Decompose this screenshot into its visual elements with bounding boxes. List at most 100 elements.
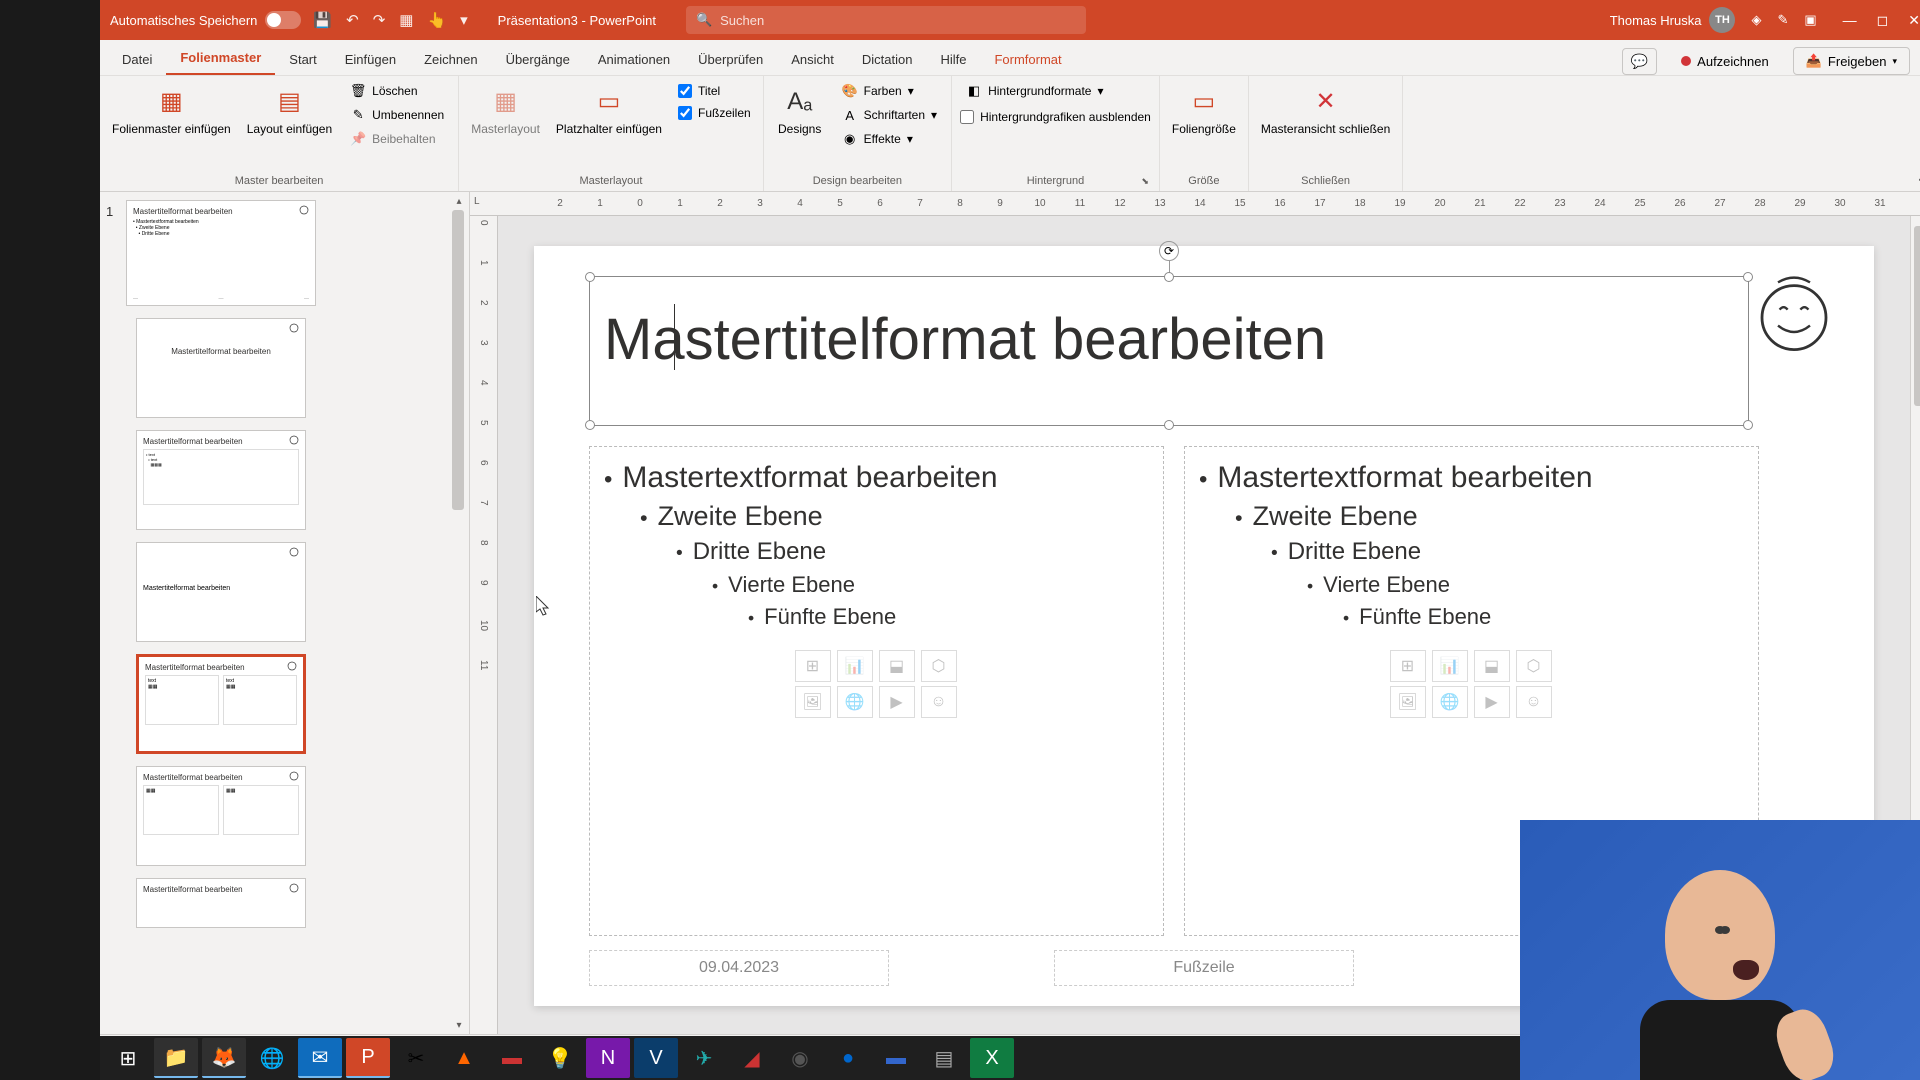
minimize-icon[interactable]: — <box>1843 12 1857 29</box>
tab-draw[interactable]: Zeichnen <box>410 44 491 75</box>
rotate-handle[interactable]: ⟳ <box>1159 241 1179 261</box>
footer-text-placeholder[interactable]: Fußzeile <box>1054 950 1354 986</box>
app-v-icon[interactable]: V <box>634 1038 678 1078</box>
autosave-toggle[interactable]: Automatisches Speichern <box>110 11 301 29</box>
insert-online-pic-icon[interactable]: 🌐 <box>837 686 873 718</box>
comments-icon[interactable]: 💬 <box>1622 48 1657 75</box>
footers-checkbox[interactable]: Fußzeilen <box>678 106 751 120</box>
firefox-icon[interactable]: 🦊 <box>202 1038 246 1078</box>
tab-slidemaster[interactable]: Folienmaster <box>166 42 275 75</box>
qat-dropdown-icon[interactable]: ▾ <box>460 11 468 29</box>
insert-table-icon[interactable]: ⊞ <box>795 650 831 682</box>
insert-layout-button[interactable]: ▤Layout einfügen <box>243 80 336 140</box>
maximize-icon[interactable]: ◻ <box>1877 12 1889 29</box>
app-icon-5[interactable]: ▬ <box>874 1038 918 1078</box>
avatar[interactable]: TH <box>1709 7 1735 33</box>
thumb-scrollbar[interactable] <box>452 210 464 510</box>
window-icon[interactable]: ▣ <box>1804 12 1816 28</box>
app-icon-1[interactable]: ▬ <box>490 1038 534 1078</box>
insert-icon-icon[interactable]: ☺ <box>1516 686 1552 718</box>
powerpoint-icon[interactable]: P <box>346 1038 390 1078</box>
chrome-icon[interactable]: 🌐 <box>250 1038 294 1078</box>
pen-icon[interactable]: ✎ <box>1777 12 1788 28</box>
tab-view[interactable]: Ansicht <box>777 44 848 75</box>
excel-icon[interactable]: X <box>970 1038 1014 1078</box>
search-input[interactable] <box>720 13 1076 28</box>
outlook-icon[interactable]: ✉ <box>298 1038 342 1078</box>
obs-icon[interactable]: ◉ <box>778 1038 822 1078</box>
start-button[interactable]: ⊞ <box>106 1038 150 1078</box>
close-master-button[interactable]: ✕Masteransicht schließen <box>1257 80 1394 140</box>
insert-icon-icon[interactable]: ☺ <box>921 686 957 718</box>
tab-transitions[interactable]: Übergänge <box>492 44 584 75</box>
search-box[interactable]: 🔍 <box>686 6 1086 34</box>
insert-smartart-icon[interactable]: ⬓ <box>1474 650 1510 682</box>
thumb-layout-1[interactable]: Mastertitelformat bearbeiten <box>136 318 306 418</box>
snip-icon[interactable]: ✂ <box>394 1038 438 1078</box>
vertical-ruler[interactable]: 01234567891011 <box>470 216 498 1034</box>
thumb-master[interactable]: Mastertitelformat bearbeiten • Mastertex… <box>126 200 316 306</box>
vlc-icon[interactable]: ▲ <box>442 1038 486 1078</box>
tab-file[interactable]: Datei <box>108 44 166 75</box>
app-icon-2[interactable]: 💡 <box>538 1038 582 1078</box>
record-button[interactable]: Aufzeichnen <box>1669 49 1781 74</box>
slide-title-text[interactable]: Mastertitelformat bearbeiten <box>604 306 1326 373</box>
present-icon[interactable]: ▦ <box>399 11 413 29</box>
onenote-icon[interactable]: N <box>586 1038 630 1078</box>
insert-picture-icon[interactable]: 🖼 <box>795 686 831 718</box>
delete-button[interactable]: 🗑Löschen <box>344 80 450 102</box>
diamond-icon[interactable]: ◈ <box>1751 12 1761 28</box>
thumb-layout-5[interactable]: Mastertitelformat bearbeiten ▦▦▦▦ <box>136 766 306 866</box>
app-icon-3[interactable]: ◢ <box>730 1038 774 1078</box>
insert-chart-icon[interactable]: 📊 <box>1432 650 1468 682</box>
title-checkbox[interactable]: Titel <box>678 84 751 98</box>
insert-video-icon[interactable]: ▶ <box>879 686 915 718</box>
app-icon-4[interactable]: ● <box>826 1038 870 1078</box>
insert-3d-icon[interactable]: ⬡ <box>921 650 957 682</box>
insert-placeholder-button[interactable]: ▭Platzhalter einfügen <box>552 80 666 140</box>
tab-help[interactable]: Hilfe <box>926 44 980 75</box>
insert-online-pic-icon[interactable]: 🌐 <box>1432 686 1468 718</box>
save-icon[interactable]: 💾 <box>313 11 332 29</box>
thumb-layout-4[interactable]: Mastertitelformat bearbeiten text▦▦text▦… <box>136 654 306 754</box>
undo-icon[interactable]: ↶ <box>346 11 359 29</box>
horizontal-ruler[interactable]: L 21012345678910111213141516171819202122… <box>470 192 1920 216</box>
scroll-up-icon[interactable]: ▴ <box>449 192 469 210</box>
touch-icon[interactable]: 👆 <box>427 11 446 29</box>
insert-slidemaster-button[interactable]: ▦Folienmaster einfügen <box>108 80 235 140</box>
tab-animations[interactable]: Animationen <box>584 44 684 75</box>
tab-start[interactable]: Start <box>275 44 330 75</box>
redo-icon[interactable]: ↷ <box>373 11 386 29</box>
app-icon-6[interactable]: ▤ <box>922 1038 966 1078</box>
tab-review[interactable]: Überprüfen <box>684 44 777 75</box>
thumb-layout-3[interactable]: Mastertitelformat bearbeiten <box>136 542 306 642</box>
effects-button[interactable]: ◉Effekte ▾ <box>836 128 943 150</box>
close-icon[interactable]: ✕ <box>1908 12 1920 29</box>
share-button[interactable]: 📤Freigeben▾ <box>1793 47 1910 75</box>
thumb-layout-6[interactable]: Mastertitelformat bearbeiten <box>136 878 306 928</box>
footer-date-placeholder[interactable]: 09.04.2023 <box>589 950 889 986</box>
designs-button[interactable]: AₐDesigns <box>772 80 828 140</box>
bg-dialog-launcher[interactable]: ⬊ <box>1141 176 1149 187</box>
insert-smartart-icon[interactable]: ⬓ <box>879 650 915 682</box>
rename-button[interactable]: ✎Umbenennen <box>344 104 450 126</box>
insert-3d-icon[interactable]: ⬡ <box>1516 650 1552 682</box>
colors-button[interactable]: 🎨Farben ▾ <box>836 80 943 102</box>
tab-dictation[interactable]: Dictation <box>848 44 927 75</box>
bg-formats-button[interactable]: ◧Hintergrundformate ▾ <box>960 80 1151 102</box>
explorer-icon[interactable]: 📁 <box>154 1038 198 1078</box>
hide-bg-checkbox[interactable]: Hintergrundgrafiken ausblenden <box>960 110 1151 124</box>
thumb-layout-2[interactable]: Mastertitelformat bearbeiten • text • te… <box>136 430 306 530</box>
insert-video-icon[interactable]: ▶ <box>1474 686 1510 718</box>
content-placeholder-left[interactable]: •Mastertextformat bearbeiten •Zweite Ebe… <box>589 446 1164 936</box>
tab-shapeformat[interactable]: Formformat <box>980 44 1075 75</box>
insert-picture-icon[interactable]: 🖼 <box>1390 686 1426 718</box>
smiley-icon[interactable] <box>1754 276 1834 356</box>
slide-size-button[interactable]: ▭Foliengröße <box>1168 80 1240 140</box>
scroll-down-icon[interactable]: ▾ <box>449 1016 469 1034</box>
user-account[interactable]: Thomas Hruska TH <box>1610 7 1736 33</box>
insert-table-icon[interactable]: ⊞ <box>1390 650 1426 682</box>
fonts-button[interactable]: ASchriftarten ▾ <box>836 104 943 126</box>
insert-chart-icon[interactable]: 📊 <box>837 650 873 682</box>
telegram-icon[interactable]: ✈ <box>682 1038 726 1078</box>
